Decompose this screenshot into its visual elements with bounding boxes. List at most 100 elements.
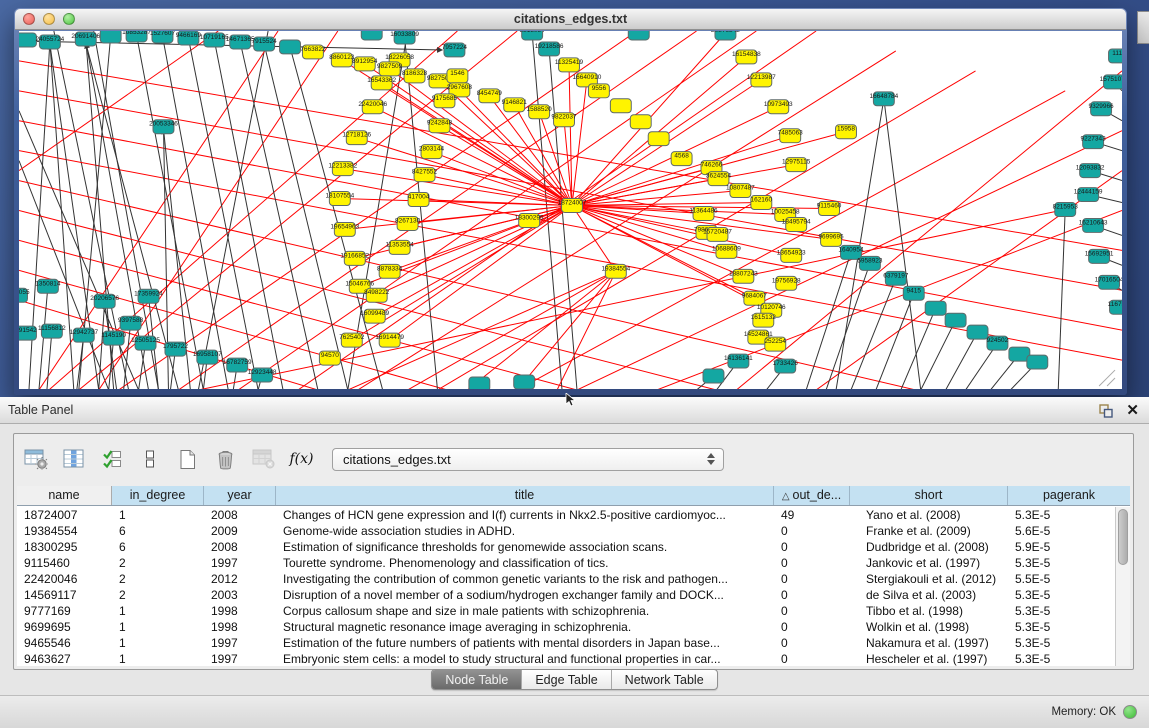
graph-node[interactable]	[648, 132, 669, 146]
resize-grip-icon[interactable]	[1099, 370, 1115, 386]
graph-node[interactable]: 8912954	[352, 57, 378, 71]
cell[interactable]: 5.3E-5	[1008, 619, 1115, 635]
cell[interactable]: 0	[774, 619, 850, 635]
graph-node[interactable]	[1027, 355, 1048, 369]
graph-node[interactable]: 12213382	[328, 162, 357, 176]
graph-node[interactable]: 9699695	[818, 232, 844, 246]
graph-node[interactable]: 16099489	[360, 309, 389, 323]
graph-node[interactable]	[514, 375, 535, 389]
graph-node[interactable]	[19, 33, 36, 47]
graph-node[interactable]: 10688609	[712, 244, 741, 258]
graph-node[interactable]: 12975115	[782, 158, 811, 172]
cell[interactable]: 9699695	[17, 619, 112, 635]
cell[interactable]: Nakamura et al. (1997)	[850, 635, 1008, 651]
close-window-icon[interactable]	[23, 13, 35, 25]
tab-node-table[interactable]: Node Table	[432, 670, 521, 689]
graph-node[interactable]: 9415	[903, 286, 924, 300]
tab-network-table[interactable]: Network Table	[611, 670, 717, 689]
column-header-title[interactable]: title	[276, 486, 774, 505]
graph-node[interactable]: 12942737	[69, 328, 98, 342]
graph-node[interactable]: 19218586	[535, 42, 564, 56]
graph-node[interactable]: 15720487	[703, 227, 732, 241]
graph-node[interactable]: 7915524	[252, 37, 278, 51]
cell[interactable]: Changes of HCN gene expression and I(f) …	[276, 507, 774, 523]
cell[interactable]: 2	[112, 555, 204, 571]
delete-table-button[interactable]	[212, 446, 239, 473]
graph-node[interactable]: 16648784	[869, 92, 898, 106]
cell[interactable]: 1998	[204, 619, 276, 635]
graph-node[interactable]: 1527607	[150, 31, 176, 43]
cell[interactable]: Hescheler et al. (1997)	[850, 651, 1008, 666]
cell[interactable]: Wolkin et al. (1998)	[850, 619, 1008, 635]
graph-node[interactable]: 12093832	[1076, 164, 1105, 178]
graph-node[interactable]: 9827509	[377, 62, 403, 76]
select-rows-button[interactable]	[98, 446, 125, 473]
graph-node[interactable]	[628, 31, 649, 40]
network-canvas[interactable]: 2405572420691406108532871527607946616910…	[19, 31, 1122, 389]
graph-node[interactable]: 11325419	[555, 58, 584, 72]
cell[interactable]: 2003	[204, 587, 276, 603]
cell[interactable]: 22420046	[17, 571, 112, 587]
table-row[interactable]: 2242004622012Investigating the contribut…	[17, 571, 1115, 587]
graph-node[interactable]	[967, 325, 988, 339]
column-header-pagerank[interactable]: pagerank	[1008, 486, 1130, 505]
graph-node[interactable]: 3624554	[706, 172, 732, 186]
graph-node[interactable]: 18107554	[325, 192, 354, 206]
graph-node[interactable]: 924502	[987, 336, 1009, 350]
graph-node[interactable]: 17359924	[134, 289, 163, 303]
graph-node[interactable]	[610, 99, 631, 113]
graph-node[interactable]: 12505125	[131, 336, 160, 350]
graph-node[interactable]: 11353554	[385, 240, 414, 254]
function-builder-button[interactable]: f(x)	[288, 446, 315, 473]
column-header-in_degree[interactable]: in_degree	[112, 486, 204, 505]
table-row[interactable]: 946362711997Embryonic stem cells: a mode…	[17, 651, 1115, 666]
cell[interactable]: 9463627	[17, 651, 112, 666]
cell[interactable]: 9465546	[17, 635, 112, 651]
graph-node[interactable]: 16210643	[1079, 218, 1108, 232]
tab-edge-table[interactable]: Edge Table	[521, 670, 610, 689]
graph-node[interactable]	[361, 31, 382, 40]
graph-node[interactable]: 10719165	[200, 33, 229, 47]
cell[interactable]: 5.3E-5	[1008, 587, 1115, 603]
cell[interactable]: 1	[112, 603, 204, 619]
graph-node[interactable]: 6379197	[883, 271, 909, 285]
graph-node[interactable]: 1350814	[35, 279, 61, 293]
graph-node[interactable]: 10853287	[122, 31, 151, 42]
graph-node[interactable]: 18724007	[558, 199, 587, 213]
memory-status-indicator-icon[interactable]	[1123, 705, 1137, 719]
graph-node[interactable]: 16033809	[390, 31, 419, 44]
cell[interactable]: Tourette syndrome. Phenomenology and cla…	[276, 555, 774, 571]
graph-node[interactable]: 17016504	[1095, 275, 1122, 289]
close-panel-icon[interactable]: ✕	[1126, 403, 1139, 418]
graph-node[interactable]	[925, 301, 946, 315]
cell[interactable]: 14569117	[17, 587, 112, 603]
cell[interactable]: 2012	[204, 571, 276, 587]
cell[interactable]: 1998	[204, 603, 276, 619]
graph-node[interactable]: 4568	[671, 152, 692, 166]
graph-node[interactable]: 8215953	[1053, 203, 1079, 217]
cell[interactable]: 18300295	[17, 539, 112, 555]
graph-node[interactable]	[945, 313, 966, 327]
graph-node[interactable]: 16958107	[193, 350, 222, 364]
graph-node[interactable]: 20876842	[711, 31, 740, 40]
cell[interactable]: 5.3E-5	[1008, 651, 1115, 666]
table-row[interactable]: 977716911998Corpus callosum shape and si…	[17, 603, 1115, 619]
cell[interactable]: 0	[774, 587, 850, 603]
cell[interactable]: 0	[774, 571, 850, 587]
table-row[interactable]: 1830029562008Estimation of significance …	[17, 539, 1115, 555]
cell[interactable]: 49	[774, 507, 850, 523]
cell[interactable]: 2009	[204, 523, 276, 539]
graph-node[interactable]: 18300295	[515, 213, 544, 227]
cell[interactable]: 5.3E-5	[1008, 555, 1115, 571]
graph-node[interactable]: 9146821	[502, 98, 528, 112]
float-panel-icon[interactable]	[1099, 404, 1113, 418]
cell[interactable]: 0	[774, 539, 850, 555]
graph-node[interactable]: 9397588	[118, 316, 144, 330]
graph-node[interactable]: 24055724	[36, 35, 65, 49]
cell[interactable]: 1	[112, 635, 204, 651]
graph-node[interactable]: 94570	[319, 351, 340, 365]
table-row[interactable]: 1872400712008Changes of HCN gene express…	[17, 507, 1115, 523]
cell[interactable]: Structural magnetic resonance image aver…	[276, 619, 774, 635]
table-settings-button[interactable]	[22, 446, 49, 473]
graph-node[interactable]: 8498222	[364, 288, 390, 302]
